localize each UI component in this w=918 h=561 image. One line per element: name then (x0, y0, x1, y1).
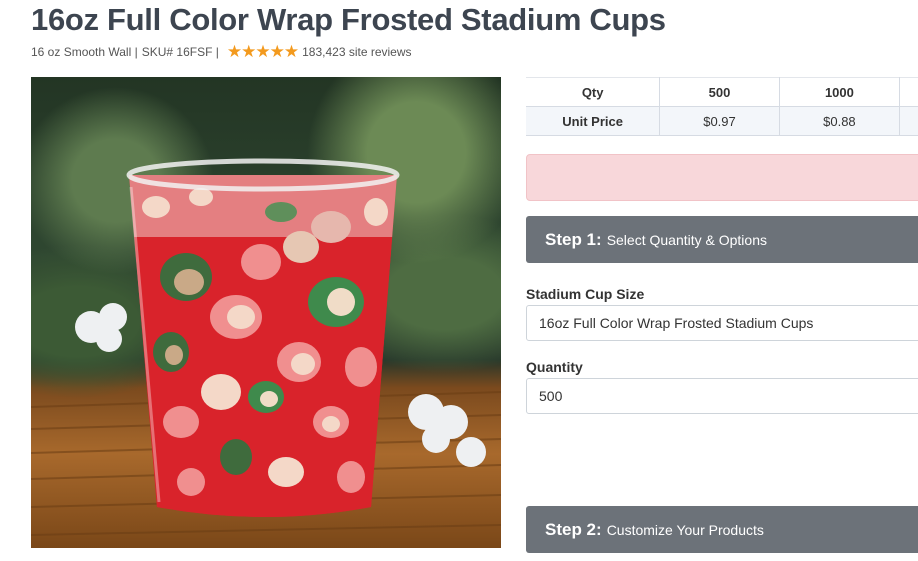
product-title: 16oz Full Color Wrap Frosted Stadium Cup… (31, 2, 666, 37)
price-cell: $0.97 (659, 106, 780, 136)
star-icon: ★ (241, 42, 257, 61)
step-1-text: Select Quantity & Options (606, 231, 767, 248)
product-meta: 16 oz Smooth Wall | SKU# 16FSF | ★ ★ ★ ★… (31, 42, 412, 61)
reviews-link[interactable]: 183,423 site reviews (302, 45, 411, 59)
step-2-number: Step 2: (545, 519, 602, 539)
step-2-text: Customize Your Products (606, 521, 764, 538)
step-1-header: Step 1: Select Quantity & Options (526, 216, 918, 263)
qty-cell: 500 (659, 77, 780, 107)
wall-type: 16 oz Smooth Wall | (31, 45, 138, 59)
price-cell (899, 106, 918, 136)
star-icon: ★ (255, 42, 271, 61)
qty-header: Qty (526, 77, 661, 107)
quantity-label: Quantity (526, 359, 583, 375)
star-icon: ★ (269, 42, 285, 61)
price-cell: $0.88 (779, 106, 901, 136)
cup-illustration (31, 158, 501, 536)
qty-cell: 1000 (779, 77, 901, 107)
cup-size-select[interactable]: 16oz Full Color Wrap Frosted Stadium Cup… (526, 305, 918, 341)
alert-box (526, 154, 918, 201)
sku-label: SKU# 16FSF | (141, 45, 219, 59)
star-icon: ★ (283, 42, 300, 61)
quantity-input[interactable]: 500 (526, 378, 918, 414)
qty-cell (899, 77, 918, 107)
unit-price-header: Unit Price (526, 106, 661, 136)
cup-size-label: Stadium Cup Size (526, 286, 645, 302)
price-table: Qty 500 1000 Unit Price $0.97 $0.88 (526, 77, 918, 136)
rating-stars[interactable]: ★ ★ ★ ★ ★ (226, 42, 300, 61)
product-image[interactable] (31, 77, 501, 548)
step-1-number: Step 1: (545, 229, 602, 249)
star-icon: ★ (226, 42, 243, 61)
step-2-header: Step 2: Customize Your Products (526, 506, 918, 553)
